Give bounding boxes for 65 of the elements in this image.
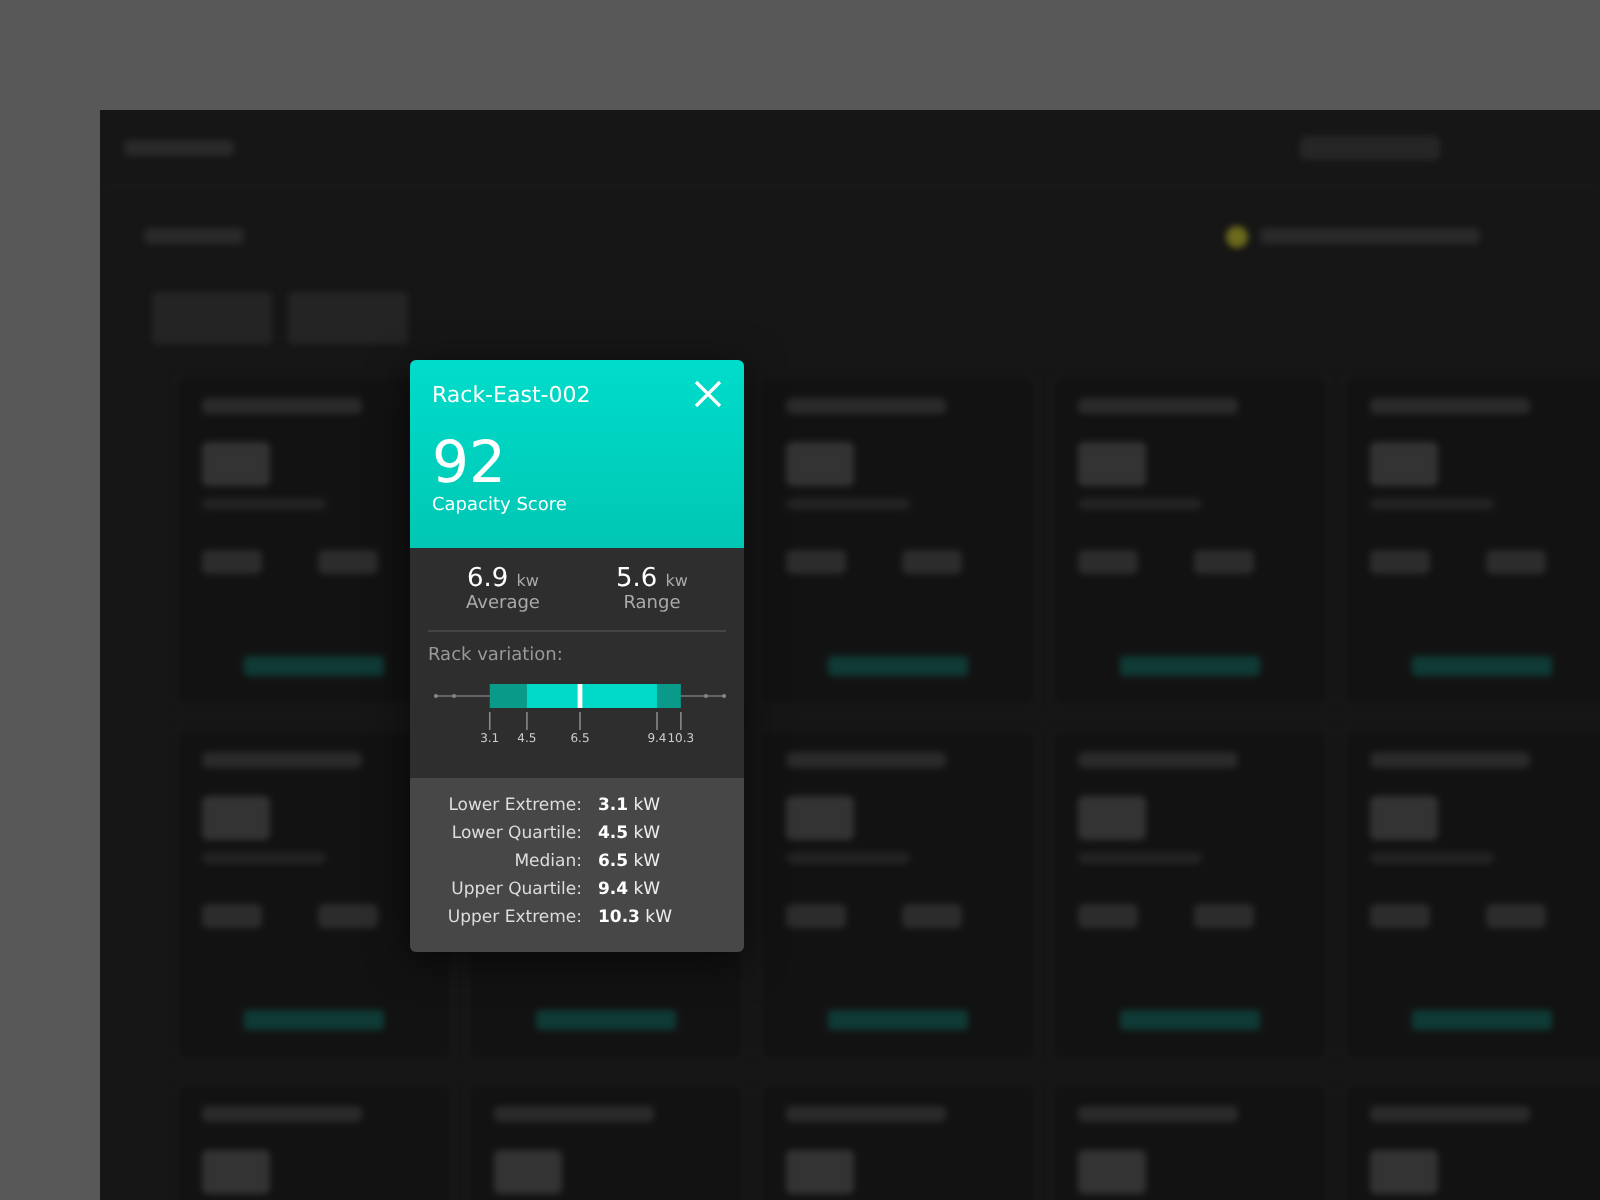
variation-label: Rack variation: — [428, 646, 565, 666]
blurred-text — [1370, 442, 1438, 486]
blurred-text — [1370, 904, 1430, 928]
blurred-text — [1194, 550, 1254, 574]
blurred-text — [786, 442, 854, 486]
blurred-text — [1078, 796, 1146, 840]
blurred-text — [202, 1150, 270, 1194]
detail-value: 6.5 kW — [598, 852, 661, 872]
detail-label: Lower Quartile: — [449, 824, 582, 844]
quartile-box — [526, 684, 657, 708]
blurred-text — [1078, 442, 1146, 486]
blurred-text — [1370, 796, 1438, 840]
tick-mark — [680, 711, 682, 730]
close-button[interactable] — [694, 380, 722, 408]
detail-label: Upper Extreme: — [445, 908, 582, 928]
stat-value: 6.9 kw — [466, 564, 539, 594]
blurred-text — [902, 904, 962, 928]
detail-label: Upper Quartile: — [449, 880, 582, 900]
blurred-text — [1370, 550, 1430, 574]
card-button[interactable] — [244, 1010, 384, 1030]
tick-mark — [656, 711, 658, 730]
blurred-text — [1486, 550, 1546, 574]
card-button[interactable] — [1120, 1010, 1260, 1030]
score-value: 92 — [432, 434, 508, 492]
score-label: Capacity Score — [432, 496, 569, 516]
detail-label: Median: — [512, 852, 582, 872]
blurred-text — [494, 1150, 562, 1194]
card-button[interactable] — [828, 1010, 968, 1030]
blurred-text — [1194, 904, 1254, 928]
stat-value: 5.6 kw — [615, 564, 688, 594]
blurred-text — [1078, 904, 1138, 928]
stat-label: Range — [623, 594, 681, 614]
blurred-text — [786, 550, 846, 574]
blurred-text — [1078, 1150, 1146, 1194]
blurred-text — [202, 796, 270, 840]
tick-mark — [526, 711, 528, 730]
tick-mark — [579, 711, 581, 730]
detail-value: 10.3 kW — [598, 908, 673, 928]
card-button[interactable] — [1412, 1010, 1552, 1030]
card-button[interactable] — [1412, 656, 1552, 676]
detail-value: 4.5 kW — [598, 824, 661, 844]
status-dot-icon — [1226, 225, 1248, 247]
blurred-text — [202, 550, 262, 574]
blurred-text — [318, 904, 378, 928]
detail-label: Lower Extreme: — [446, 796, 582, 816]
blurred-text — [786, 796, 854, 840]
blurred-text — [318, 550, 378, 574]
blurred-text — [202, 904, 262, 928]
blurred-text — [202, 442, 270, 486]
blurred-text — [786, 904, 846, 928]
blurred-text — [1486, 904, 1546, 928]
detail-value: 9.4 kW — [598, 880, 661, 900]
card-button[interactable] — [536, 1010, 676, 1030]
blurred-text — [1078, 550, 1138, 574]
card-button[interactable] — [1120, 656, 1260, 676]
card-button[interactable] — [244, 656, 384, 676]
tick-mark — [488, 711, 491, 730]
detail-value: 3.1 kW — [598, 796, 661, 816]
stat-label: Average — [466, 594, 540, 614]
blurred-text — [1370, 1150, 1438, 1194]
blurred-text — [902, 550, 962, 574]
card-button[interactable] — [828, 656, 968, 676]
close-icon — [694, 380, 722, 408]
blurred-text — [786, 1150, 854, 1194]
popup-title: Rack-East-002 — [432, 381, 591, 407]
